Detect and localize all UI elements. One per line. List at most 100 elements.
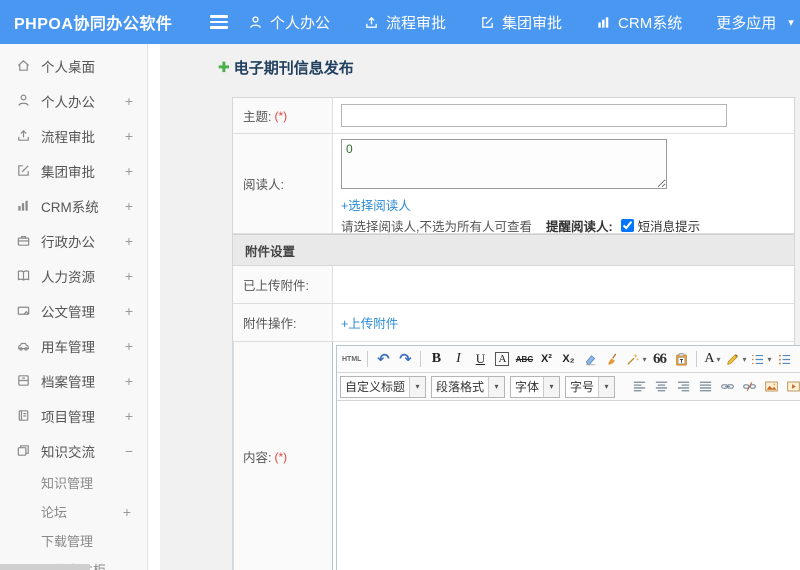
html-icon: HTML bbox=[342, 355, 362, 363]
ordered-list-button[interactable]: ▾ bbox=[748, 348, 773, 370]
expand-toggle[interactable]: + bbox=[125, 128, 133, 144]
publish-form: 主题: (*) 阅读人: 0 +选择阅读人 请选择阅读人,不选为所有人可查看 提… bbox=[232, 97, 800, 570]
font-border-button[interactable]: A bbox=[491, 348, 513, 370]
sidebar-item-admin-office[interactable]: 行政办公 + bbox=[0, 223, 147, 258]
font-size-select[interactable]: 字号 ▾ bbox=[565, 375, 616, 398]
superscript-button[interactable]: X² bbox=[535, 348, 557, 370]
remove-format-button[interactable] bbox=[579, 348, 601, 370]
expand-toggle[interactable]: + bbox=[123, 504, 131, 520]
insert-media-button[interactable] bbox=[782, 376, 800, 398]
toolbar-separator bbox=[367, 351, 369, 367]
sidebar-item-vehicle[interactable]: 用车管理 + bbox=[0, 328, 147, 363]
nav-workflow-approval[interactable]: 流程审批 bbox=[364, 12, 446, 33]
sidebar-item-knowledge[interactable]: 知识交流 − bbox=[0, 433, 147, 468]
required-mark: (*) bbox=[274, 449, 288, 464]
redo-button[interactable]: ↷ bbox=[394, 348, 416, 370]
readers-textarea[interactable]: 0 bbox=[341, 139, 667, 189]
align-left-button[interactable] bbox=[628, 376, 650, 398]
content-editor-cell: HTML ↶ ↷ B I U A ABC X² X₂ ▾ 66 A ▾ ▾ ▾ … bbox=[333, 342, 800, 570]
html-source-button[interactable]: HTML bbox=[340, 348, 363, 370]
expand-toggle[interactable]: + bbox=[125, 408, 133, 424]
image-icon bbox=[764, 379, 779, 394]
hamburger-menu-button[interactable] bbox=[204, 0, 234, 44]
sidebar-item-archive[interactable]: 档案管理 + bbox=[0, 363, 147, 398]
subject-input[interactable] bbox=[341, 104, 727, 127]
highlight-color-button[interactable]: ▾ bbox=[723, 348, 748, 370]
bold-button[interactable]: B bbox=[425, 348, 447, 370]
page-title: ✚ 电子期刊信息发布 bbox=[218, 57, 354, 78]
content-label-cell: 内容: (*) bbox=[233, 342, 333, 570]
sms-remind-checkbox[interactable] bbox=[620, 219, 634, 232]
paste-plain-button[interactable] bbox=[670, 348, 692, 370]
chevron-down-icon: ▾ bbox=[642, 354, 647, 364]
expand-toggle[interactable]: + bbox=[125, 338, 133, 354]
undo-button[interactable]: ↶ bbox=[372, 348, 394, 370]
chevron-down-icon: ▾ bbox=[716, 354, 721, 364]
expand-toggle[interactable]: + bbox=[125, 268, 133, 284]
italic-button[interactable]: I bbox=[447, 348, 469, 370]
expand-toggle[interactable]: + bbox=[125, 303, 133, 319]
heading-select[interactable]: 自定义标题 ▾ bbox=[340, 375, 426, 398]
sidebar-item-workflow-approval[interactable]: 流程审批 + bbox=[0, 118, 147, 153]
align-right-button[interactable] bbox=[672, 376, 694, 398]
format-brush-button[interactable] bbox=[601, 348, 623, 370]
sidebar-subitem-download[interactable]: 下载管理 bbox=[0, 526, 147, 555]
align-justify-button[interactable] bbox=[694, 376, 716, 398]
broom-icon bbox=[605, 352, 620, 367]
sidebar-item-document[interactable]: 公文管理 + bbox=[0, 293, 147, 328]
blockquote-button[interactable]: 66 bbox=[648, 348, 670, 370]
insert-image-button[interactable] bbox=[760, 376, 782, 398]
sidebar-subitem-label: 下载管理 bbox=[41, 534, 94, 549]
sidebar-item-personal-office[interactable]: 个人办公 + bbox=[0, 83, 147, 118]
chevron-down-icon[interactable]: ▾ bbox=[788, 16, 794, 29]
ops-value-cell: +上传附件 bbox=[333, 304, 794, 341]
sidebar-item-label: 公文管理 bbox=[41, 304, 95, 320]
readers-tip-row: 请选择阅读人,不选为所有人可查看 提醒阅读人: 短消息提示 bbox=[341, 216, 786, 235]
readers-value-cell: 0 +选择阅读人 请选择阅读人,不选为所有人可查看 提醒阅读人: 短消息提示 bbox=[333, 134, 794, 235]
sidebar-item-project[interactable]: 项目管理 + bbox=[0, 398, 147, 433]
align-right-icon bbox=[676, 379, 691, 394]
upload-attachment-link[interactable]: +上传附件 bbox=[341, 313, 398, 332]
sidebar-subitem-label: 知识管理 bbox=[41, 476, 94, 491]
uploaded-label-cell: 已上传附件: bbox=[233, 266, 333, 303]
document-folder-icon bbox=[15, 302, 32, 319]
sidebar-item-hr[interactable]: 人力资源 + bbox=[0, 258, 147, 293]
expand-toggle[interactable]: + bbox=[125, 373, 133, 389]
editor-content-area[interactable] bbox=[337, 401, 800, 570]
bar-chart-icon bbox=[596, 15, 611, 30]
select-readers-link[interactable]: +选择阅读人 bbox=[341, 195, 786, 214]
nav-personal-office[interactable]: 个人办公 bbox=[248, 12, 330, 33]
sidebar-item-crm[interactable]: CRM系统 + bbox=[0, 188, 147, 223]
font-family-select[interactable]: 字体 ▾ bbox=[510, 375, 561, 398]
expand-toggle[interactable]: + bbox=[125, 93, 133, 109]
unordered-list-button[interactable] bbox=[774, 348, 796, 370]
highlighter-icon bbox=[725, 352, 740, 367]
collapse-toggle[interactable]: − bbox=[125, 443, 133, 459]
expand-toggle[interactable]: + bbox=[125, 233, 133, 249]
nav-group-approval[interactable]: 集团审批 bbox=[480, 12, 562, 33]
unlink-button[interactable] bbox=[738, 376, 760, 398]
strikethrough-button[interactable]: ABC bbox=[513, 348, 535, 370]
boxed-a-icon: A bbox=[495, 352, 510, 366]
nav-crm-system[interactable]: CRM系统 bbox=[596, 12, 682, 33]
font-family-value: 字体 bbox=[515, 380, 540, 394]
sidebar-item-group-approval[interactable]: 集团审批 + bbox=[0, 153, 147, 188]
paragraph-format-select[interactable]: 段落格式 ▾ bbox=[431, 375, 506, 398]
expand-toggle[interactable]: + bbox=[125, 163, 133, 179]
quick-format-button[interactable]: ▾ bbox=[623, 348, 648, 370]
sidebar-item-desktop[interactable]: 个人桌面 bbox=[0, 48, 147, 83]
scrollbar-thumb[interactable] bbox=[0, 564, 90, 570]
font-color-button[interactable]: A ▾ bbox=[701, 348, 723, 370]
sidebar-subitem-knowledge-mgmt[interactable]: 知识管理 bbox=[0, 468, 147, 497]
subscript-button[interactable]: X₂ bbox=[557, 348, 579, 370]
heading-select-value: 自定义标题 bbox=[345, 380, 406, 394]
underline-button[interactable]: U bbox=[469, 348, 491, 370]
expand-toggle[interactable]: + bbox=[125, 198, 133, 214]
content-row: 内容: (*) HTML ↶ ↷ B I U A ABC X² X₂ ▾ 66 … bbox=[233, 342, 800, 570]
insert-link-button[interactable] bbox=[716, 376, 738, 398]
ordered-list-icon bbox=[750, 352, 765, 367]
align-center-button[interactable] bbox=[650, 376, 672, 398]
nav-more-apps[interactable]: 更多应用 bbox=[716, 12, 776, 33]
attachment-section-title: 附件设置 bbox=[245, 244, 296, 259]
sidebar-subitem-forum[interactable]: 论坛 + bbox=[0, 497, 147, 526]
